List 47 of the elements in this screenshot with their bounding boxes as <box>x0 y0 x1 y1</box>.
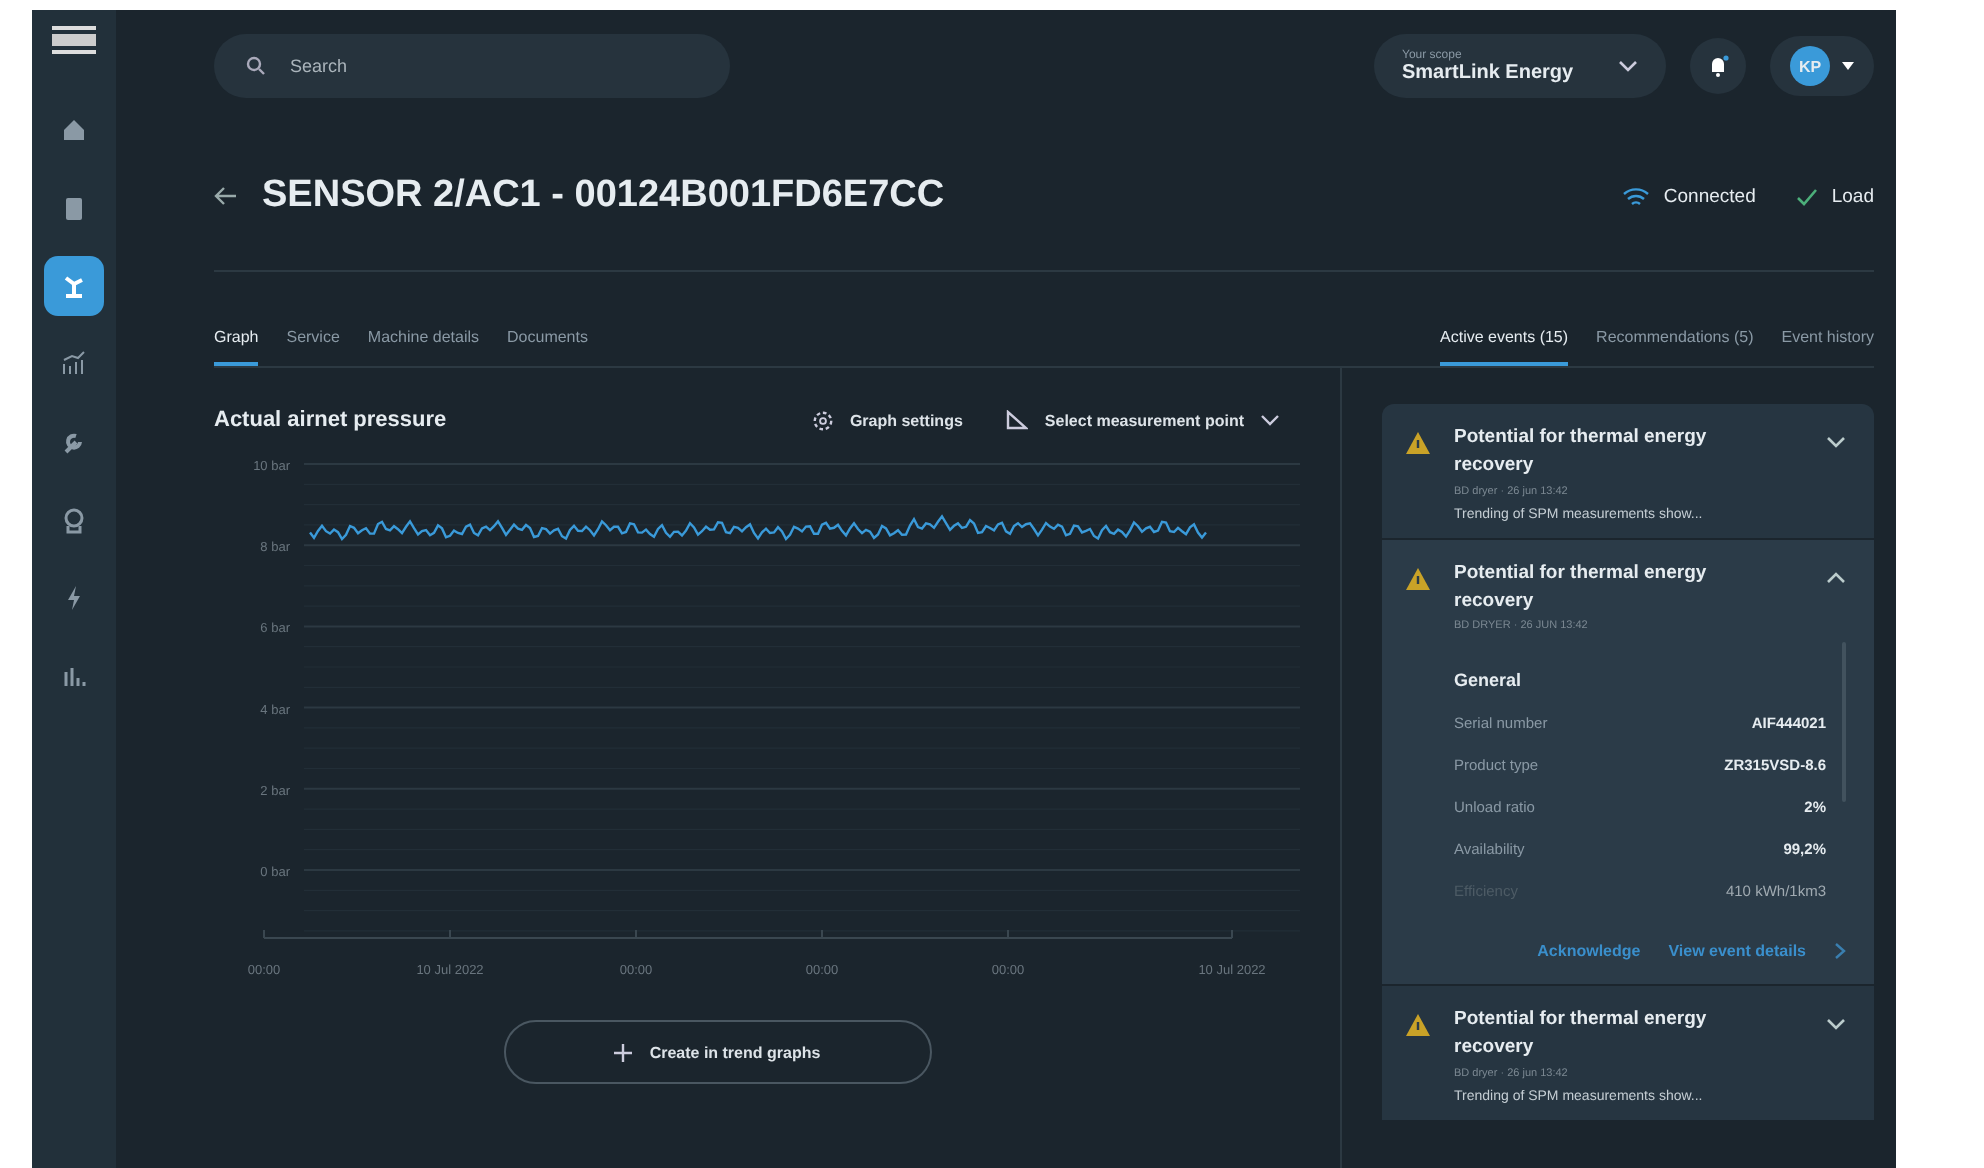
trend-icon <box>60 350 88 378</box>
section-heading: General <box>1454 670 1524 690</box>
chevron-down-icon[interactable] <box>1826 436 1846 448</box>
status-label: Connected <box>1663 185 1756 207</box>
wifi-icon <box>1621 185 1650 207</box>
chevron-down-icon <box>1618 60 1638 72</box>
event-card[interactable] <box>1382 539 1874 984</box>
chevron-up-icon[interactable] <box>1826 571 1846 583</box>
event-title: Potential for thermal energy recovery <box>1454 1006 1709 1063</box>
badge-icon <box>60 506 88 534</box>
caret-icon <box>1842 62 1854 70</box>
status-label: Load <box>1831 185 1874 207</box>
check-icon <box>1795 187 1818 205</box>
warning-icon <box>1406 567 1430 589</box>
bars-icon <box>60 662 88 690</box>
back-arrow-icon[interactable] <box>214 186 238 206</box>
measurement-point-dropdown[interactable]: Select measurement point <box>1006 410 1280 430</box>
chart-title: Actual airnet pressure <box>214 408 447 432</box>
chevron-down-icon <box>1260 414 1280 426</box>
bell-icon <box>1706 54 1730 78</box>
tab[interactable]: Service <box>286 328 340 366</box>
tab[interactable]: Documents <box>507 328 588 366</box>
event-title: Potential for thermal energy recovery <box>1454 559 1709 616</box>
notification-button[interactable] <box>1690 38 1746 94</box>
tab[interactable]: Machine details <box>367 328 480 366</box>
scope-value: SmartLink Energy <box>1402 61 1574 83</box>
home-icon <box>60 116 88 144</box>
chevron-right-icon <box>1834 942 1846 960</box>
logo-icon <box>52 26 96 54</box>
plus-icon <box>613 1043 632 1061</box>
create-trend-button[interactable]: Create in trend graphs <box>503 1020 931 1084</box>
user-avatar: KP <box>1790 46 1830 86</box>
warning-icon <box>1406 1014 1430 1036</box>
chevron-down-icon[interactable] <box>1826 1018 1846 1030</box>
search-icon <box>246 56 266 76</box>
warning-icon <box>1406 432 1430 454</box>
tab[interactable]: Event history <box>1781 328 1874 366</box>
event-title: Potential for thermal energy recovery <box>1454 424 1709 481</box>
wrench-icon <box>60 428 88 456</box>
gear-icon <box>811 409 834 431</box>
tab[interactable]: Graph <box>214 328 259 366</box>
page-title: SENSOR 2/AC1 - 00124B001FD6E7CC <box>262 174 945 218</box>
tab[interactable]: Recommendations (5) <box>1596 328 1754 366</box>
tab[interactable]: Active events (15) <box>1440 328 1569 366</box>
machine-nav-item[interactable] <box>44 256 104 316</box>
search-field[interactable]: Search <box>214 34 730 98</box>
graph-settings-button[interactable]: Graph settings <box>811 409 963 431</box>
